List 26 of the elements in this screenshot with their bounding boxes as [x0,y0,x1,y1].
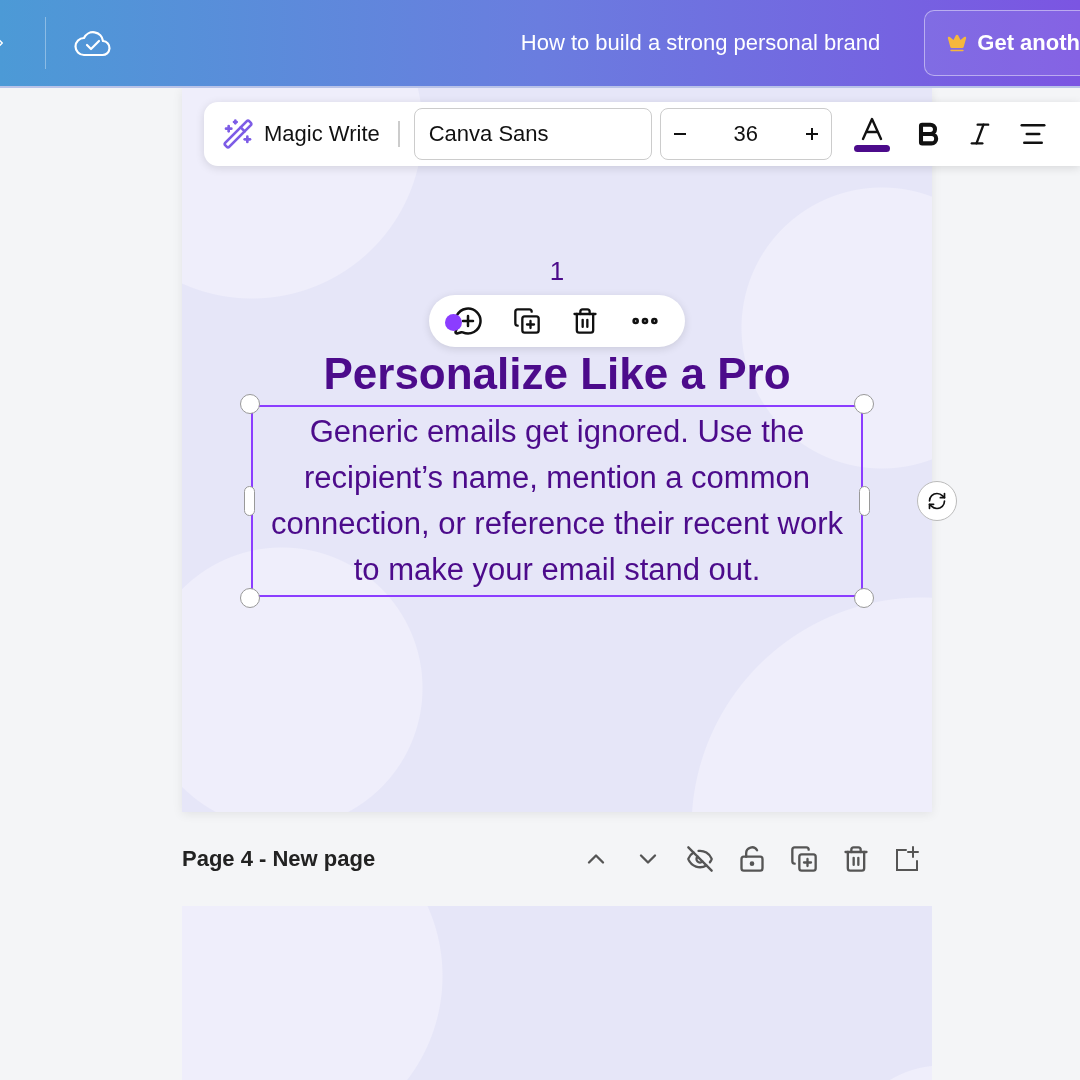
document-title[interactable]: How to build a strong personal brand [410,30,881,56]
trash-icon[interactable] [842,845,870,873]
page-number: 1 [549,256,565,287]
eye-off-icon[interactable] [686,845,714,873]
page-heading: Personalize Like a Pro [323,349,791,399]
text-color-icon[interactable] [853,115,890,153]
side-handle[interactable] [244,486,255,516]
body-text-box[interactable]: Generic emails get ignored. Use the recipient’s name, mention a common connection, or reference their recent work to make your email stand out. [251,405,863,597]
add-page-icon[interactable] [894,845,920,873]
upgrade-button[interactable]: Get anoth [924,10,1080,76]
magic-write-button[interactable]: Magic Write [218,118,384,150]
font-size-stepper[interactable]: 36 [659,108,832,160]
resize-handle[interactable] [854,588,874,608]
page-label: Page 4 - New page [182,846,377,872]
side-handle[interactable] [859,486,870,516]
crown-icon [947,33,968,53]
unlock-icon[interactable] [738,845,766,873]
resize-handle[interactable] [854,394,874,414]
duplicate-icon[interactable] [790,845,818,873]
resize-handle[interactable] [240,588,260,608]
rotate-icon[interactable] [927,491,947,511]
font-size-value: 36 [733,121,758,147]
resize-handle[interactable] [240,394,260,414]
font-field[interactable]: Canva Sans [413,108,652,160]
rotate-button[interactable] [917,481,957,521]
wand-icon [222,118,254,150]
